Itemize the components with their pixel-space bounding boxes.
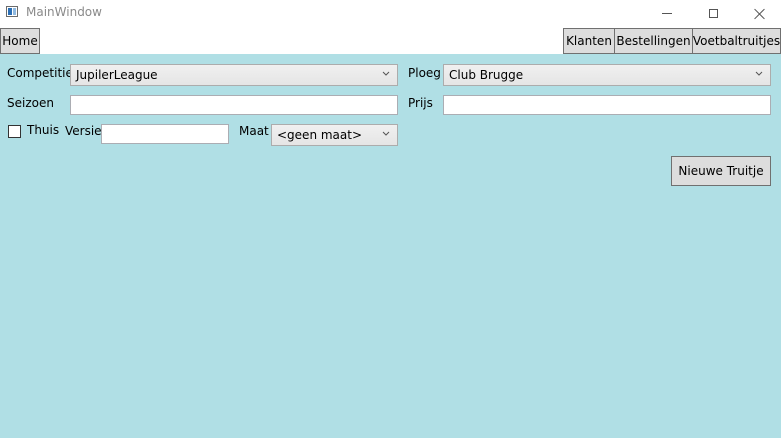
seizoen-label: Seizoen: [7, 96, 54, 110]
maximize-icon: [708, 8, 718, 18]
bestellingen-button[interactable]: Bestellingen: [614, 28, 693, 54]
close-button[interactable]: [736, 0, 781, 26]
chevron-down-icon: [382, 131, 390, 136]
prijs-label: Prijs: [408, 96, 433, 110]
competitie-combobox[interactable]: JupilerLeague: [70, 64, 398, 86]
nieuwe-truitje-button[interactable]: Nieuwe Truitje: [671, 156, 771, 186]
versie-input[interactable]: [101, 124, 229, 144]
minimize-button[interactable]: [644, 0, 690, 26]
app-icon: [6, 6, 18, 17]
close-icon: [754, 8, 765, 19]
chevron-down-icon: [755, 71, 763, 76]
minimize-icon: [662, 12, 672, 14]
window-title: MainWindow: [26, 5, 102, 19]
maat-combobox[interactable]: <geen maat>: [271, 124, 398, 146]
chevron-down-icon: [382, 71, 390, 76]
maat-label: Maat: [239, 124, 269, 138]
home-button[interactable]: Home: [0, 28, 40, 54]
ploeg-combobox[interactable]: Club Brugge: [443, 64, 771, 86]
voetbaltruitjes-button[interactable]: Voetbaltruitjes: [692, 28, 781, 54]
title-bar: MainWindow: [0, 0, 781, 28]
navigation-bar: Home Klanten Bestellingen Voetbaltruitje…: [0, 28, 781, 54]
maximize-button[interactable]: [690, 0, 736, 26]
versie-label: Versie: [65, 124, 102, 138]
ploeg-label: Ploeg: [408, 66, 441, 80]
prijs-input[interactable]: [443, 95, 771, 115]
maat-value: <geen maat>: [277, 128, 363, 142]
seizoen-input[interactable]: [70, 95, 398, 115]
thuis-label: Thuis: [27, 123, 60, 137]
klanten-button[interactable]: Klanten: [563, 28, 615, 54]
ploeg-value: Club Brugge: [449, 68, 524, 82]
competitie-label: Competitie: [7, 66, 73, 80]
thuis-checkbox[interactable]: [8, 125, 21, 138]
content-area: Competitie JupilerLeague Ploeg Club Brug…: [0, 54, 781, 438]
competitie-value: JupilerLeague: [76, 68, 158, 82]
